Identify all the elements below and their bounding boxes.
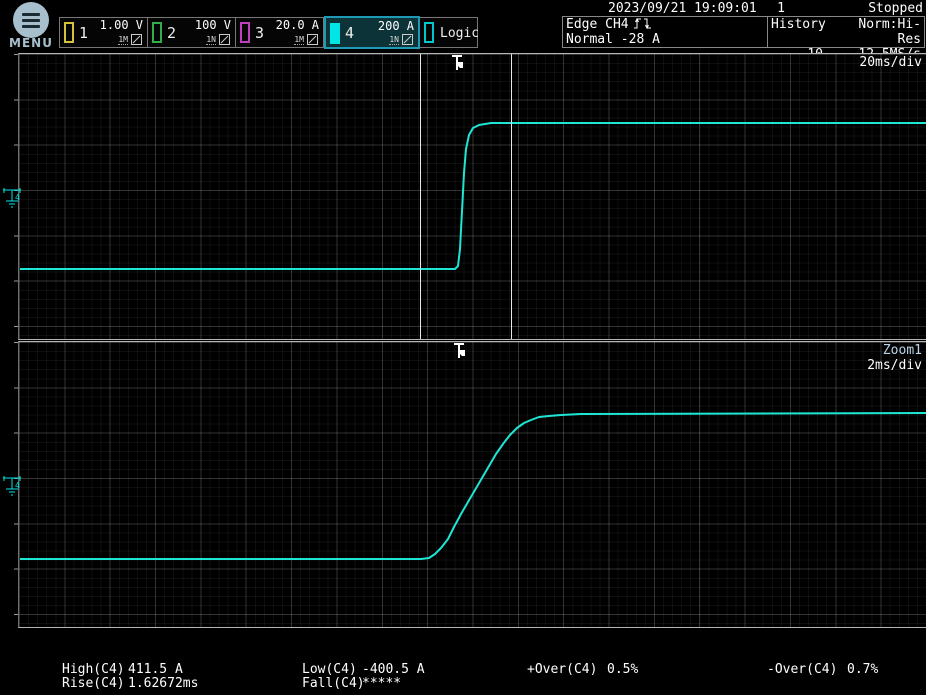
svg-text:4: 4 [15, 193, 20, 202]
measurement-value: 1.62672ms [128, 676, 198, 691]
menu-button[interactable]: MENU [8, 2, 54, 50]
rising-falling-edge-icon [633, 17, 652, 30]
channel-2-scale: 100 V [195, 18, 231, 32]
measurement-value: -400.5 A [362, 662, 425, 677]
datetime: 2023/09/21 19:09:01 [608, 1, 757, 16]
channel-2-indicator[interactable]: 2 100 V 1N [148, 18, 236, 47]
trigger-mode-level: Normal -28 A [566, 32, 764, 47]
logic-label: Logic [440, 26, 479, 41]
trigger-position-marker[interactable] [450, 55, 464, 72]
channel-1-color-marker [64, 22, 74, 43]
channel-bar: 1 1.00 V 1M 2 100 V 1N 3 20.0 A 1M [59, 17, 478, 48]
oscilloscope-screen: MENU 1 1.00 V 1M 2 100 V 1N 3 20.0 A [0, 0, 926, 695]
channel-2-impedance-icon: 1N [206, 35, 216, 45]
channel-4-indicator-selected[interactable]: 4 200 A 1N [324, 16, 420, 49]
measurement-label: Fall(C4) [302, 676, 365, 691]
zoom-window-left-edge[interactable] [420, 54, 421, 339]
measurement-label: Low(C4) [302, 662, 357, 677]
ch4-ground-level-marker-zoom[interactable]: 4 [0, 472, 30, 504]
measurement-readouts: High(C4) 411.5 A Rise(C4) 1.62672ms Low(… [0, 660, 926, 695]
ch4-main-trace [19, 54, 926, 341]
channel-1-indicator[interactable]: 1 1.00 V 1M [60, 18, 148, 47]
logic-color-marker [424, 22, 434, 43]
channel-3-number: 3 [255, 24, 264, 42]
channel-4-color-marker [330, 23, 340, 44]
main-waveform-grid[interactable]: 20ms/div [18, 53, 926, 340]
channel-4-scale: 200 A [378, 19, 414, 33]
measurement-label: Rise(C4) [62, 676, 125, 691]
channel-4-number: 4 [345, 24, 354, 42]
main-timebase-label: 20ms/div [859, 55, 922, 70]
run-status: Stopped [868, 1, 923, 16]
probe-icon [131, 34, 142, 45]
history-label: History [771, 17, 845, 47]
measurement-value: 0.7% [847, 662, 878, 677]
channel-2-number: 2 [167, 24, 176, 42]
zoom-window-right-edge[interactable] [511, 54, 512, 339]
channel-3-color-marker [240, 22, 250, 43]
ch4-zoom-trace [19, 342, 926, 629]
channel-2-color-marker [152, 22, 162, 43]
trigger-settings[interactable]: Edge CH4 Normal -28 A [563, 17, 768, 47]
zoom1-waveform-grid[interactable]: Zoom1 2ms/div [18, 341, 926, 628]
measurement-label: -Over(C4) [767, 662, 837, 677]
acquisition-mode: Norm:Hi-Res [845, 17, 921, 47]
measurement-value: ***** [362, 676, 401, 691]
measurement-value: 0.5% [607, 662, 638, 677]
zoom1-title: Zoom1 [867, 343, 922, 358]
probe-icon [219, 34, 230, 45]
measurement-label: High(C4) [62, 662, 125, 677]
svg-text:4: 4 [15, 481, 20, 490]
channel-1-number: 1 [79, 24, 88, 42]
zoom1-timebase-label: 2ms/div [867, 358, 922, 373]
acquisition-settings[interactable]: History Norm:Hi-Res 10 12.5MS/s [768, 17, 924, 47]
trigger-type: Edge CH4 [566, 17, 629, 32]
hamburger-menu-icon [13, 2, 49, 38]
channel-1-impedance-icon: 1M [118, 35, 128, 45]
probe-icon [402, 34, 413, 45]
status-line: 2023/09/21 19:09:01 1 Stopped [562, 1, 925, 16]
probe-icon [307, 34, 318, 45]
ch4-ground-level-marker-main[interactable]: 4 [0, 184, 30, 216]
channel-3-scale: 20.0 A [276, 18, 319, 32]
logic-indicator[interactable]: Logic [420, 18, 477, 47]
channel-3-impedance-icon: 1M [294, 35, 304, 45]
zoom-trigger-position-marker[interactable] [452, 343, 466, 360]
channel-4-impedance-icon: 1N [389, 35, 399, 45]
channel-1-scale: 1.00 V [100, 18, 143, 32]
acquisition-count: 1 [777, 1, 785, 16]
trigger-info-box: Edge CH4 Normal -28 A History Norm:Hi-Re… [562, 16, 925, 48]
measurement-label: +Over(C4) [527, 662, 597, 677]
channel-3-indicator[interactable]: 3 20.0 A 1M [236, 18, 324, 47]
menu-label: MENU [8, 36, 54, 50]
measurement-value: 411.5 A [128, 662, 183, 677]
